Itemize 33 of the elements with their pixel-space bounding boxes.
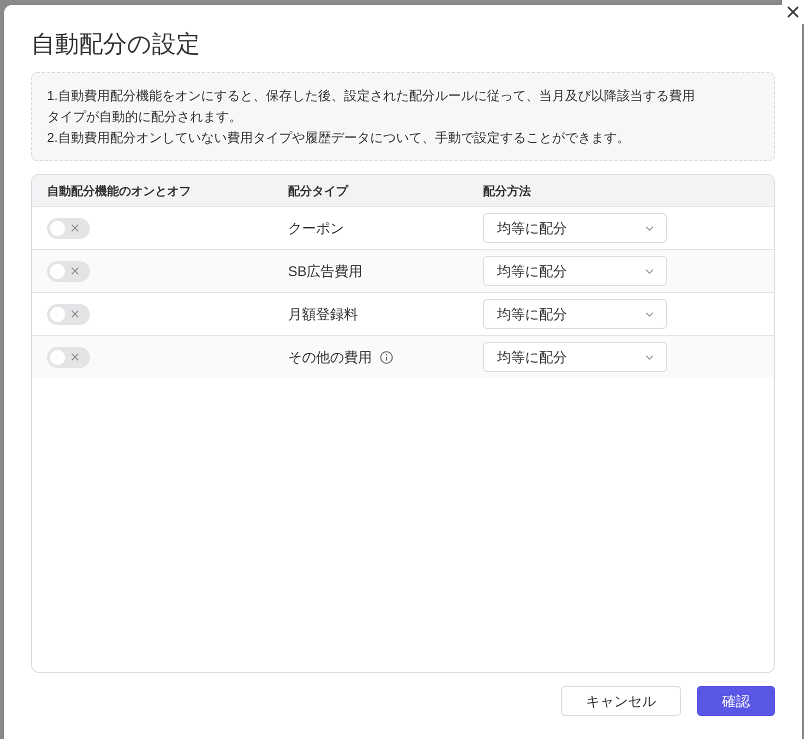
chevron-down-icon xyxy=(645,354,654,360)
dialog-title: 自動配分の設定 xyxy=(31,30,201,60)
type-cell-text: 月額登録料 xyxy=(288,304,358,324)
method-select[interactable]: 均等に配分 xyxy=(483,342,667,372)
method-select[interactable]: 均等に配分 xyxy=(483,213,667,243)
column-header: 配分方法 xyxy=(483,182,532,200)
notice-text: 1.自動費用配分機能をオンにすると、保存した後、設定された配分ルールに従って、当月及び以降該当する費用タイプが自動的に配分されます。 xyxy=(47,87,696,126)
knob-icon xyxy=(50,220,65,236)
close-icon xyxy=(787,6,799,18)
method-select[interactable]: 均等に配分 xyxy=(483,256,667,286)
type-cell-text: その他の費用 xyxy=(288,348,372,366)
toggle-switch[interactable] xyxy=(47,304,90,324)
toggle-switch[interactable] xyxy=(47,218,90,238)
knob-icon xyxy=(50,306,65,322)
x-icon xyxy=(71,310,79,318)
type-cell-text: クーポン xyxy=(288,218,344,238)
x-icon xyxy=(71,224,79,232)
toggle-switch[interactable] xyxy=(47,346,90,368)
x-icon xyxy=(71,353,79,361)
chevron-down-icon xyxy=(645,268,654,274)
confirm-button[interactable]: 確認 xyxy=(697,686,775,716)
x-icon xyxy=(71,267,79,275)
toggle-switch[interactable] xyxy=(47,260,90,282)
notice-text: 2.自動費用配分オンしていない費用タイプや履歴データについて、手動で設定することができます。 xyxy=(47,129,631,147)
column-header: 配分タイプ xyxy=(288,182,350,200)
chevron-down-icon xyxy=(645,312,654,316)
type-cell-text: SB広告費用 xyxy=(288,262,363,280)
chevron-down-icon xyxy=(645,226,654,230)
cancel-button[interactable]: キャンセル xyxy=(561,686,681,716)
knob-icon xyxy=(50,350,65,364)
method-select[interactable]: 均等に配分 xyxy=(483,299,667,329)
knob-icon xyxy=(50,264,65,278)
column-header: 自動配分機能のオンとオフ xyxy=(47,182,192,200)
